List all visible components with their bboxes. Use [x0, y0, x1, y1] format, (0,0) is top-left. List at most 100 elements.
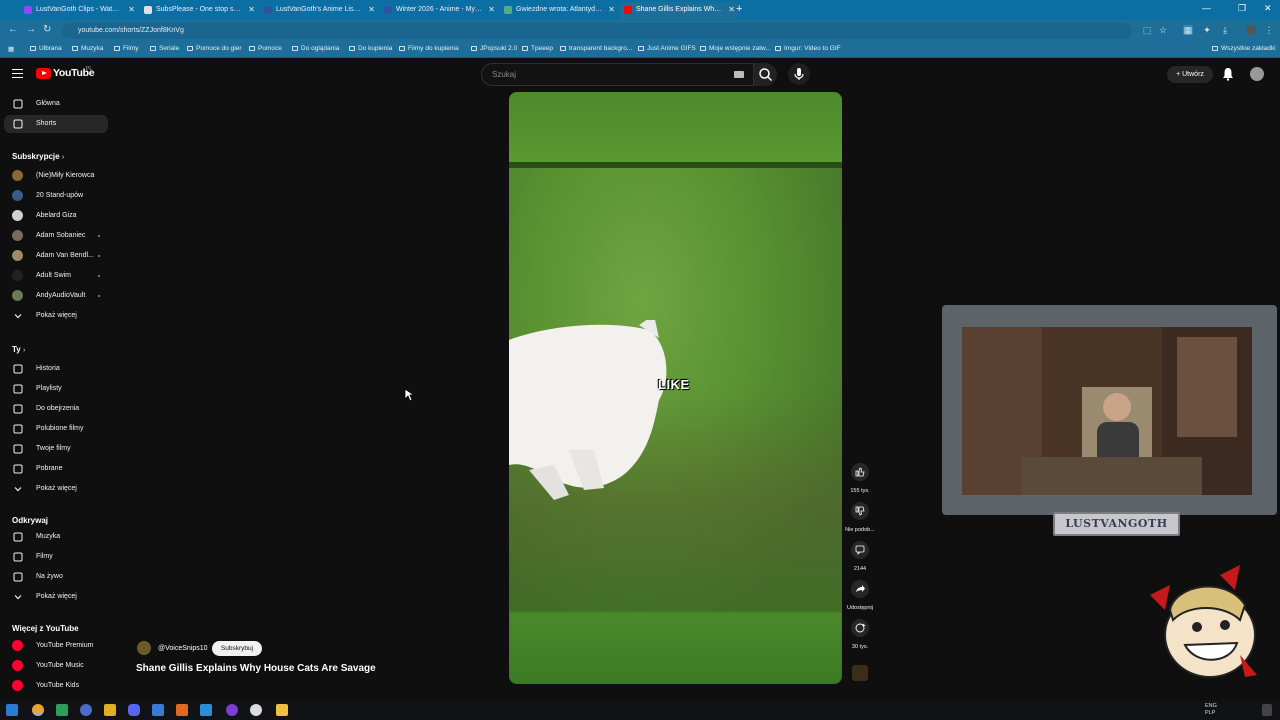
- discord-icon[interactable]: [128, 704, 140, 716]
- tab-close-icon[interactable]: ✕: [608, 2, 615, 18]
- sidebar-item-explore[interactable]: Pokaż więcej: [4, 588, 108, 606]
- forward-icon[interactable]: →: [26, 24, 36, 35]
- sidebar-item-explore[interactable]: Na żywo: [4, 568, 108, 586]
- profile-icon[interactable]: [1246, 25, 1256, 35]
- bookmark-item[interactable]: Moje wstępnie zatw...: [700, 45, 771, 52]
- short-title[interactable]: Shane Gillis Explains Why House Cats Are…: [136, 663, 376, 674]
- sidebar-item-you[interactable]: Pobrane: [4, 460, 108, 478]
- create-button[interactable]: + Utwórz: [1167, 66, 1213, 83]
- minimize-icon[interactable]: —: [1202, 3, 1211, 13]
- folder-icon[interactable]: [276, 704, 288, 716]
- bookmark-item[interactable]: Imgur: Video to GIF: [775, 45, 841, 52]
- sidebar-item-you[interactable]: Polubione filmy: [4, 420, 108, 438]
- channel-avatar[interactable]: [137, 641, 151, 655]
- search-input[interactable]: Szukaj: [481, 63, 754, 86]
- tab-close-icon[interactable]: ✕: [368, 2, 375, 18]
- sidebar-item-subscription[interactable]: Adam Sobaniec: [4, 227, 108, 245]
- bookmark-item[interactable]: transparent backgro...: [560, 45, 632, 52]
- bookmark-item[interactable]: Muzyka: [72, 45, 103, 52]
- sound-thumbnail[interactable]: [852, 665, 868, 681]
- sidebar-item-subscription[interactable]: AndyAudioVault: [4, 287, 108, 305]
- bookmark-item[interactable]: Filmy: [114, 45, 139, 52]
- tab-close-icon[interactable]: ✕: [728, 2, 735, 18]
- sidebar-item-youtube-app[interactable]: YouTube Music: [4, 657, 108, 675]
- sidebar-item-you[interactable]: Playlisty: [4, 380, 108, 398]
- sidebar-item-you[interactable]: Historia: [4, 360, 108, 378]
- short-video-player[interactable]: LIKE: [509, 92, 842, 684]
- sidebar-more-youtube-header[interactable]: Więcej z YouTube: [12, 624, 79, 633]
- url-field[interactable]: youtube.com/shorts/ZZJonf8KnVg: [62, 23, 1132, 39]
- tab-close-icon[interactable]: ✕: [128, 2, 135, 18]
- puzzle-icon[interactable]: ✦: [1202, 25, 1212, 35]
- sidebar-item-youtube-app[interactable]: YouTube Premium: [4, 637, 108, 655]
- bookmark-item[interactable]: Do kupienia: [349, 45, 392, 52]
- bookmark-star-icon[interactable]: ☆: [1158, 25, 1168, 35]
- notifications-bell-icon[interactable]: [1222, 67, 1234, 81]
- sidebar-item-you[interactable]: Pokaż więcej: [4, 480, 108, 498]
- app-white-icon[interactable]: [250, 704, 262, 716]
- app-yellow-icon[interactable]: [104, 704, 116, 716]
- dislike-button[interactable]: [851, 502, 869, 520]
- sidebar-you-header[interactable]: Ty ›: [12, 345, 25, 354]
- sidebar-item-shorts[interactable]: Shorts: [4, 115, 108, 133]
- sidebar-item-you[interactable]: Do obejrzenia: [4, 400, 108, 418]
- start-icon[interactable]: [6, 704, 18, 716]
- sidebar-item-subscription[interactable]: (Nie)Miły Kierowca: [4, 167, 108, 185]
- bookmark-item[interactable]: Seriale: [150, 45, 179, 52]
- search-button[interactable]: [754, 63, 777, 86]
- sidebar-item-explore[interactable]: Filmy: [4, 548, 108, 566]
- bookmark-item[interactable]: Tpeeep: [522, 45, 553, 52]
- sidebar-item-subscription[interactable]: Abelard Giza: [4, 207, 108, 225]
- browser-tab[interactable]: Gwiezdne wrota: Atlantyda / Sta ✕: [500, 2, 618, 20]
- sidebar-item-home[interactable]: Główna: [4, 95, 108, 113]
- hamburger-menu-icon[interactable]: [12, 69, 23, 78]
- comments-button[interactable]: [851, 541, 869, 559]
- back-icon[interactable]: ←: [8, 24, 18, 35]
- browser-tab[interactable]: Shane Gillis Explains Why H ✕: [620, 2, 738, 20]
- tab-close-icon[interactable]: ✕: [248, 2, 255, 18]
- channel-name[interactable]: @VoiceSnips10: [158, 645, 208, 652]
- app-purple-icon[interactable]: [226, 704, 238, 716]
- bookmark-item[interactable]: Pomoce: [249, 45, 282, 52]
- notification-center-icon[interactable]: [1262, 704, 1272, 716]
- tab-close-icon[interactable]: ✕: [488, 2, 495, 18]
- app-green-icon[interactable]: [56, 704, 68, 716]
- install-icon[interactable]: ⬚: [1142, 25, 1152, 35]
- sidebar-item-you[interactable]: Twoje filmy: [4, 440, 108, 458]
- reload-icon[interactable]: ↻: [43, 24, 51, 35]
- account-avatar[interactable]: [1250, 67, 1264, 81]
- sidebar-show-more[interactable]: Pokaż więcej: [4, 307, 108, 325]
- extension-icon[interactable]: ▦: [1183, 25, 1193, 35]
- close-window-icon[interactable]: ✕: [1264, 3, 1272, 14]
- language-indicator[interactable]: ENG PLP: [1205, 703, 1217, 717]
- sidebar-item-explore[interactable]: Muzyka: [4, 528, 108, 546]
- keyboard-icon[interactable]: [734, 71, 744, 78]
- browser-tab[interactable]: LustVanGoth's Anime List - My ✕: [260, 2, 378, 20]
- sidebar-item-subscription[interactable]: Adult Swim: [4, 267, 108, 285]
- bookmark-item[interactable]: JPopsuki 2.0: [471, 45, 517, 52]
- menu-kebab-icon[interactable]: ⋮: [1264, 25, 1274, 35]
- apps-icon[interactable]: ▦: [8, 45, 14, 53]
- sidebar-item-youtube-app[interactable]: YouTube Kids: [4, 677, 108, 695]
- browser-tab[interactable]: LustVanGoth Clips - Watch Live ✕: [20, 2, 138, 20]
- app-blue-icon[interactable]: [80, 704, 92, 716]
- browser-tab[interactable]: Winter 2026 - Anime - MyAnim ✕: [380, 2, 498, 20]
- subscribe-button[interactable]: Subskrybuj: [212, 641, 262, 656]
- remix-button[interactable]: [851, 619, 869, 637]
- chrome-icon[interactable]: [32, 704, 44, 716]
- sidebar-item-subscription[interactable]: Adam Van Bendl...: [4, 247, 108, 265]
- maximize-icon[interactable]: ❐: [1238, 3, 1246, 14]
- telegram-icon[interactable]: [200, 704, 212, 716]
- sidebar-subscriptions-header[interactable]: Subskrypcje ›: [12, 152, 64, 161]
- sidebar-item-subscription[interactable]: 20 Stand-upów: [4, 187, 108, 205]
- share-button[interactable]: [851, 580, 869, 598]
- bookmark-item[interactable]: Filmy do kupienia: [399, 45, 459, 52]
- vlc-icon[interactable]: [176, 704, 188, 716]
- all-bookmarks[interactable]: Wszystkie zakładki: [1212, 45, 1276, 52]
- like-button[interactable]: [851, 463, 869, 481]
- sidebar-explore-header[interactable]: Odkrywaj: [12, 516, 48, 525]
- bookmark-item[interactable]: Just Anime GIFS: [638, 45, 696, 52]
- app-doc-icon[interactable]: [152, 704, 164, 716]
- browser-tab[interactable]: SubsPlease - One stop shop fo ✕: [140, 2, 258, 20]
- bookmark-item[interactable]: Ulbrana: [30, 45, 62, 52]
